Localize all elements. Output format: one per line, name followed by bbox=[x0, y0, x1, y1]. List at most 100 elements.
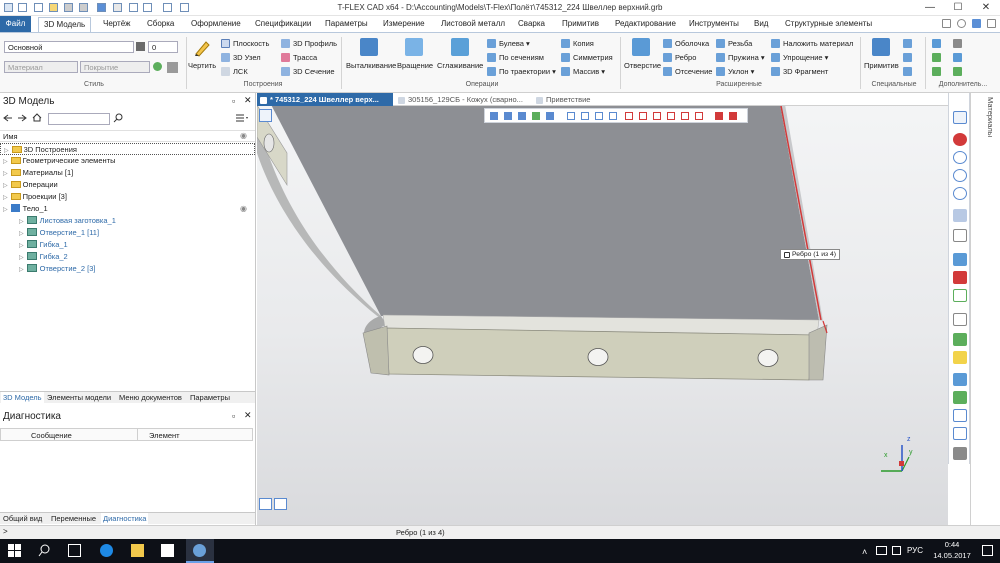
view-cube-icon[interactable] bbox=[953, 253, 967, 266]
zoom-window-icon[interactable] bbox=[953, 187, 967, 200]
tree-item[interactable]: ▷ Гибка_2 bbox=[0, 251, 255, 263]
flange-hole[interactable] bbox=[412, 346, 434, 364]
section-3d-button[interactable]: 3D Сечение bbox=[281, 67, 335, 76]
draw-button[interactable]: Чертить bbox=[188, 61, 216, 70]
tree-item[interactable]: ▷ Проекции [3] bbox=[0, 191, 255, 203]
notifications-icon[interactable] bbox=[982, 545, 993, 556]
printer-icon[interactable] bbox=[953, 447, 967, 460]
magnet-icon[interactable] bbox=[953, 133, 967, 146]
back-arrow-icon[interactable] bbox=[3, 114, 13, 122]
menu-drawing[interactable]: Чертёж bbox=[98, 16, 136, 32]
filter-tool-icon[interactable] bbox=[729, 112, 737, 120]
visibility-eye-icon[interactable]: ◉ bbox=[240, 203, 247, 215]
filter-tool-icon[interactable] bbox=[653, 112, 661, 120]
tab-model-elements[interactable]: Элементы модели bbox=[45, 392, 113, 403]
additional-tool-icon[interactable] bbox=[932, 67, 941, 76]
single-view-icon[interactable] bbox=[259, 498, 272, 510]
tree-item[interactable]: ▷ Отверстие_2 [3] bbox=[0, 263, 255, 275]
tab-parameters[interactable]: Параметры bbox=[188, 392, 232, 403]
help-icon[interactable] bbox=[957, 19, 966, 28]
3d-viewport[interactable]: x y z Ребро (1 из 4) bbox=[257, 93, 948, 525]
menu-measure[interactable]: Измерение bbox=[378, 16, 430, 32]
apply-material-button[interactable]: Наложить материал bbox=[771, 39, 853, 48]
wireframe-icon[interactable] bbox=[953, 313, 967, 326]
list-view-icon[interactable] bbox=[235, 114, 249, 122]
coating-field[interactable]: Покрытие bbox=[80, 61, 150, 73]
view-tool-icon[interactable] bbox=[504, 112, 512, 120]
plane-button[interactable]: Плоскость bbox=[221, 39, 269, 48]
forward-arrow-icon[interactable] bbox=[17, 114, 27, 122]
zoom-in-icon[interactable] bbox=[953, 151, 967, 164]
menu-formatting[interactable]: Оформление bbox=[186, 16, 246, 32]
tree-item[interactable]: ▷ Операции bbox=[0, 179, 255, 191]
menu-primitive[interactable]: Примитив bbox=[557, 16, 604, 32]
menu-welding[interactable]: Сварка bbox=[513, 16, 550, 32]
tflex-taskbar-button[interactable] bbox=[186, 539, 214, 563]
window-options-icon[interactable] bbox=[987, 19, 996, 28]
view-tool-icon[interactable] bbox=[609, 112, 617, 120]
hole-button[interactable]: Отверстие bbox=[624, 61, 661, 70]
additional-tool-icon[interactable] bbox=[932, 39, 941, 48]
expand-arrow-icon[interactable]: ▷ bbox=[3, 207, 8, 213]
maximize-button[interactable]: ☐ bbox=[944, 0, 972, 16]
shaded-icon[interactable] bbox=[953, 333, 967, 346]
clip-icon[interactable] bbox=[953, 427, 967, 440]
expand-arrow-icon[interactable]: ▷ bbox=[19, 255, 24, 261]
tree-item[interactable]: ▷ Отверстие_1 [11] bbox=[0, 227, 255, 239]
view-tool-icon[interactable] bbox=[490, 112, 498, 120]
tree-item[interactable]: ▷ Тело_1 ◉ bbox=[0, 203, 255, 215]
edge-browser-icon[interactable] bbox=[100, 544, 113, 557]
thread-button[interactable]: Резьба bbox=[716, 39, 752, 48]
expand-arrow-icon[interactable]: ▷ bbox=[4, 148, 9, 154]
language-indicator[interactable]: РУС bbox=[907, 546, 923, 555]
clock-date[interactable]: 14.05.2017 bbox=[930, 551, 974, 560]
material-apply-icon[interactable] bbox=[153, 62, 162, 71]
slope-button[interactable]: Уклон ▾ bbox=[716, 67, 754, 76]
camera-icon[interactable] bbox=[953, 409, 967, 422]
view-tool-icon[interactable] bbox=[546, 112, 554, 120]
expand-arrow-icon[interactable]: ▷ bbox=[19, 267, 24, 273]
view-tool-icon[interactable] bbox=[567, 112, 575, 120]
section-view-icon[interactable] bbox=[953, 271, 967, 284]
pin-icon[interactable]: ▫ bbox=[232, 96, 235, 106]
menu-structural-elements[interactable]: Структурные элементы bbox=[780, 16, 877, 32]
collapse-ribbon-icon[interactable] bbox=[942, 19, 951, 28]
pin-icon[interactable]: ▫ bbox=[232, 411, 235, 421]
menu-parameters[interactable]: Параметры bbox=[320, 16, 373, 32]
filter-input[interactable] bbox=[48, 113, 110, 125]
filter-tool-icon[interactable] bbox=[667, 112, 675, 120]
tree-item[interactable]: ▷ 3D Построения bbox=[0, 143, 255, 155]
tree-item[interactable]: ▷ Геометрические элементы bbox=[0, 155, 255, 167]
special-tool-icon[interactable] bbox=[903, 53, 912, 62]
primitive-button[interactable]: Примитив bbox=[864, 61, 899, 70]
additional-tool-icon[interactable] bbox=[953, 39, 962, 48]
eye-icon[interactable]: ◉ bbox=[240, 131, 247, 140]
expand-arrow-icon[interactable]: ▷ bbox=[19, 243, 24, 249]
smooth-button[interactable]: Сглаживание bbox=[437, 61, 483, 70]
close-panel-icon[interactable]: ✕ bbox=[244, 95, 252, 106]
filter-tool-icon[interactable] bbox=[715, 112, 723, 120]
file-explorer-icon[interactable] bbox=[131, 544, 144, 557]
home-icon[interactable] bbox=[32, 113, 42, 122]
spring-button[interactable]: Пружина ▾ bbox=[716, 53, 765, 62]
zoom-out-icon[interactable] bbox=[953, 169, 967, 182]
expand-arrow-icon[interactable]: ▷ bbox=[19, 231, 24, 237]
menu-file[interactable]: Файл bbox=[0, 16, 31, 32]
additional-tool-icon[interactable] bbox=[953, 53, 962, 62]
shell-button[interactable]: Оболочка bbox=[663, 39, 709, 48]
rib-button[interactable]: Ребро bbox=[663, 53, 696, 62]
flange-hole[interactable] bbox=[263, 133, 275, 153]
fragment-3d-button[interactable]: 3D Фрагмент bbox=[771, 67, 828, 76]
by-path-button[interactable]: По траектории ▾ bbox=[487, 67, 556, 76]
filter-tool-icon[interactable] bbox=[639, 112, 647, 120]
expand-arrow-icon[interactable]: ▷ bbox=[3, 183, 8, 189]
additional-tool-icon[interactable] bbox=[953, 67, 962, 76]
material-field[interactable]: Материал bbox=[4, 61, 78, 73]
by-sections-button[interactable]: По сечениям bbox=[487, 53, 544, 62]
tab-document-menu[interactable]: Меню документов bbox=[117, 392, 184, 403]
task-view-icon[interactable] bbox=[68, 544, 81, 557]
layer-select[interactable]: Основной bbox=[4, 41, 134, 53]
materials-tab-label[interactable]: Материалы bbox=[986, 97, 995, 137]
filter-tool-icon[interactable] bbox=[681, 112, 689, 120]
materials-side-panel[interactable]: Материалы bbox=[970, 93, 1000, 525]
